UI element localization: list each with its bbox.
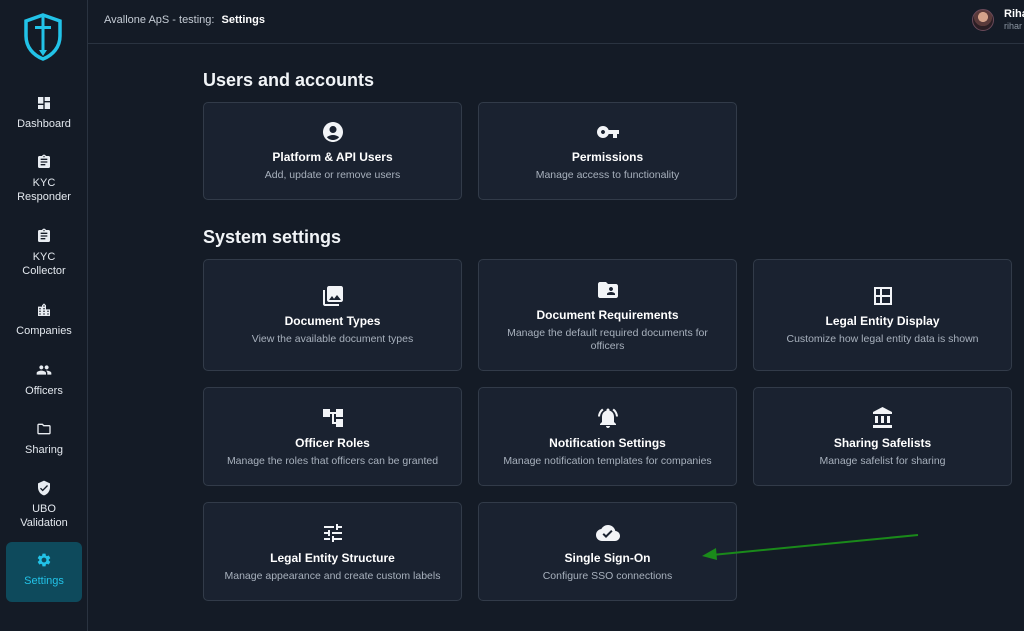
card-title: Officer Roles bbox=[295, 435, 370, 450]
card-title: Single Sign-On bbox=[564, 550, 651, 565]
clipboard-icon bbox=[38, 154, 50, 168]
card-description: Manage appearance and create custom labe… bbox=[224, 569, 441, 582]
dashboard-layout-icon bbox=[873, 287, 892, 305]
card-document-types[interactable]: Document Types View the available docume… bbox=[203, 259, 462, 371]
sidebar-item-label: Officers bbox=[25, 385, 63, 397]
card-permissions[interactable]: Permissions Manage access to functionali… bbox=[478, 102, 737, 200]
building-icon bbox=[38, 303, 50, 316]
sidebar-item-label: Settings bbox=[24, 575, 64, 587]
annotation-arrow-icon bbox=[702, 534, 919, 560]
card-platform-api-users[interactable]: Platform & API Users Add, update or remo… bbox=[203, 102, 462, 200]
card-title: Legal Entity Structure bbox=[270, 550, 395, 565]
key-icon bbox=[596, 126, 619, 138]
card-description: Add, update or remove users bbox=[264, 169, 401, 181]
card-officer-roles[interactable]: Officer Roles Manage the roles that offi… bbox=[203, 387, 462, 486]
folder-shared-icon bbox=[597, 281, 618, 298]
card-title: Notification Settings bbox=[549, 435, 666, 450]
card-title: Permissions bbox=[571, 150, 644, 164]
sidebar-item-sharing[interactable]: Sharing bbox=[6, 421, 82, 457]
avatar[interactable] bbox=[972, 9, 994, 31]
photo-library-icon bbox=[322, 286, 343, 306]
card-document-requirements[interactable]: Document Requirements Manage the default… bbox=[478, 259, 737, 371]
sidebar: Dashboard KYC Responder KYC Collector Co… bbox=[0, 0, 88, 631]
sidebar-item-kyc-responder[interactable]: KYC Responder bbox=[6, 154, 82, 204]
card-notification-settings[interactable]: Notification Settings Manage notificatio… bbox=[478, 387, 737, 486]
user-name: Riha bbox=[1004, 8, 1024, 20]
sidebar-item-settings[interactable]: Settings bbox=[6, 542, 82, 602]
user-menu[interactable]: Riha rihar bbox=[972, 8, 1024, 32]
people-icon bbox=[36, 365, 52, 375]
card-description: Manage access to functionality bbox=[535, 169, 680, 181]
cloud-done-icon bbox=[595, 524, 620, 541]
hierarchy-icon bbox=[322, 408, 343, 427]
card-description: Configure SSO connections bbox=[542, 569, 673, 582]
breadcrumb: Avallone ApS - testing: Settings bbox=[104, 14, 265, 26]
system-section-title: System settings bbox=[203, 227, 342, 247]
card-title: Sharing Safelists bbox=[833, 435, 932, 450]
breadcrumb-org[interactable]: Avallone ApS - testing: bbox=[104, 14, 214, 26]
dashboard-icon bbox=[38, 97, 50, 109]
card-description: Manage the default required documents fo… bbox=[507, 326, 708, 352]
tune-icon bbox=[323, 523, 342, 542]
sidebar-item-label: Companies bbox=[16, 325, 72, 337]
card-description: Customize how legal entity data is shown bbox=[786, 333, 979, 345]
folder-icon bbox=[37, 423, 51, 435]
card-title: Document Requirements bbox=[536, 307, 679, 322]
sidebar-item-companies[interactable]: Companies bbox=[6, 302, 82, 338]
top-bar: Avallone ApS - testing: Settings Riha ri… bbox=[88, 0, 1024, 44]
shield-check-icon bbox=[38, 480, 50, 496]
clipboard-icon bbox=[38, 228, 50, 242]
card-title: Document Types bbox=[284, 314, 381, 328]
sidebar-item-officers[interactable]: Officers bbox=[6, 362, 82, 398]
breadcrumb-current: Settings bbox=[221, 14, 265, 26]
card-description: Manage notification templates for compan… bbox=[503, 454, 712, 467]
sidebar-item-kyc-collector[interactable]: KYC Collector bbox=[6, 228, 82, 278]
gear-icon bbox=[37, 553, 51, 567]
sidebar-item-ubo-validation[interactable]: UBO Validation bbox=[6, 480, 82, 530]
card-description: View the available document types bbox=[251, 333, 414, 345]
card-title: Legal Entity Display bbox=[825, 314, 940, 328]
sidebar-item-label: KYC Responder bbox=[17, 177, 71, 203]
users-section-title: Users and accounts bbox=[203, 70, 375, 90]
sidebar-item-label: Dashboard bbox=[17, 118, 71, 130]
sidebar-item-label: UBO Validation bbox=[20, 503, 68, 529]
bell-ring-icon bbox=[597, 408, 618, 428]
card-legal-entity-display[interactable]: Legal Entity Display Customize how legal… bbox=[753, 259, 1012, 371]
account-circle-icon bbox=[322, 122, 343, 142]
bank-icon bbox=[872, 406, 892, 428]
sidebar-item-dashboard[interactable]: Dashboard bbox=[6, 95, 82, 131]
card-sharing-safelists[interactable]: Sharing Safelists Manage safelist for sh… bbox=[753, 387, 1012, 486]
shield-sword-logo-icon bbox=[24, 13, 62, 61]
card-title: Platform & API Users bbox=[272, 150, 393, 164]
card-description: Manage safelist for sharing bbox=[819, 454, 946, 467]
card-description: Manage the roles that officers can be gr… bbox=[226, 454, 439, 467]
user-email: rihar bbox=[1004, 21, 1023, 31]
sidebar-item-label: Sharing bbox=[25, 444, 63, 456]
sidebar-item-label: KYC Collector bbox=[22, 251, 66, 277]
card-legal-entity-structure[interactable]: Legal Entity Structure Manage appearance… bbox=[203, 502, 462, 601]
